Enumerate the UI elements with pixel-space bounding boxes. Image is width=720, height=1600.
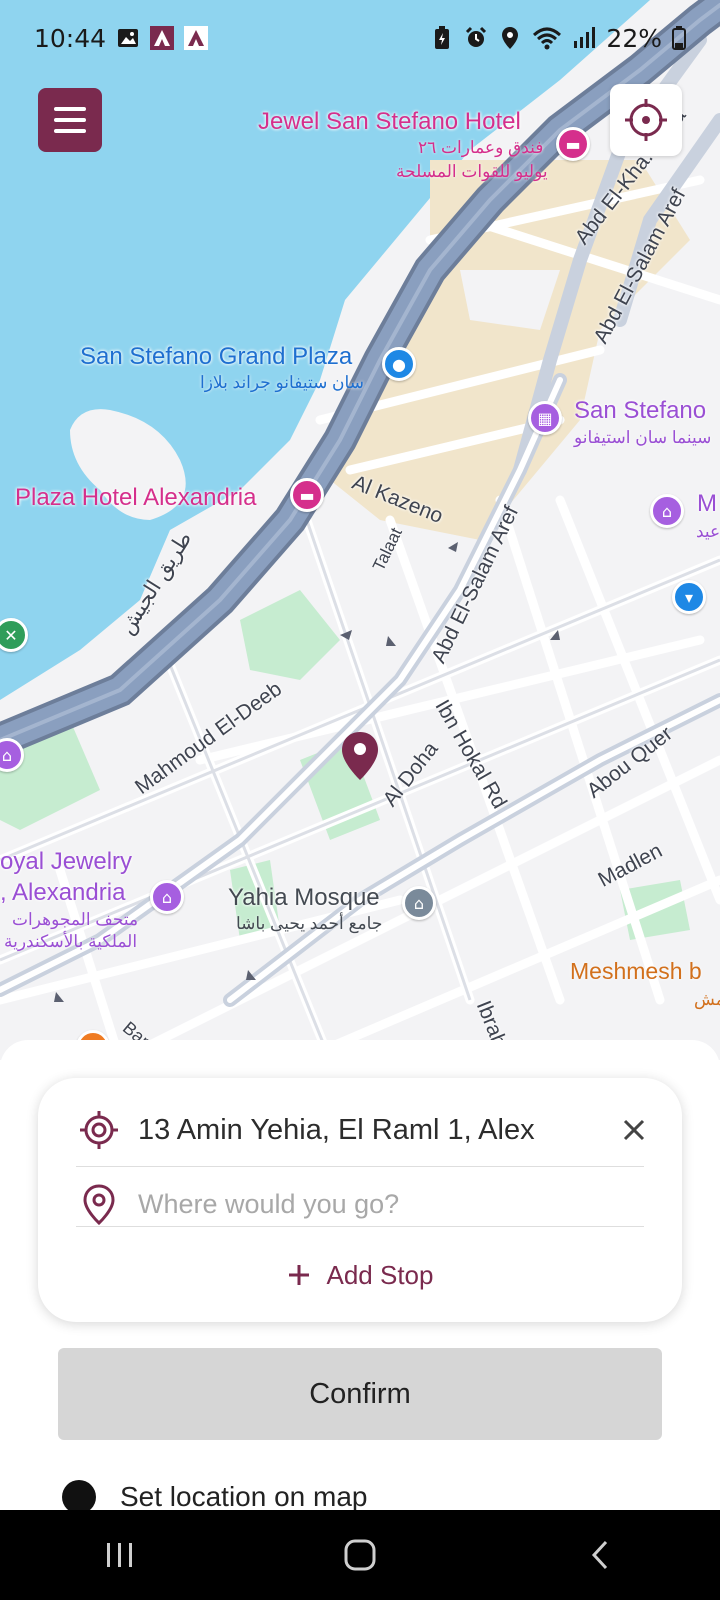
poi-label[interactable]: San Stefano	[574, 397, 706, 425]
cinema-pin-icon[interactable]: ▦	[528, 401, 562, 435]
system-navigation-bar	[0, 1510, 720, 1600]
shopping-pin-icon[interactable]: ●	[382, 347, 416, 381]
divider	[76, 1166, 644, 1167]
recent-apps-button[interactable]	[80, 1525, 160, 1585]
poi-label-arabic: سينما سان استيفانو	[574, 428, 712, 447]
poi-label-arabic: عيد	[696, 522, 720, 541]
mosque-pin-icon[interactable]: ⌂	[402, 886, 436, 920]
set-location-label: Set location on map	[120, 1481, 368, 1512]
poi-label-arabic: فندق وعمارات ٢٦	[418, 138, 544, 157]
my-location-button[interactable]	[610, 84, 682, 156]
museum-pin-icon[interactable]: ⌂	[150, 880, 184, 914]
route-card: 13 Amin Yehia, El Raml 1, Alex Add Stop	[38, 1078, 682, 1322]
wifi-icon	[532, 26, 562, 50]
poi-label-arabic: مش	[694, 990, 720, 1009]
map-view[interactable]: ▬ ● ▦ ▬ ⌂ ▾ ✕ ⌂ ⌂ ⌂ Jewel San Stefano Ho…	[0, 0, 720, 1060]
poi-label-arabic: جامع أحمد يحيى باشا	[236, 914, 383, 933]
status-bar: 10:44 22%	[0, 0, 720, 76]
poi-label-arabic: سان ستيفانو جراند بلازا	[200, 373, 364, 392]
origin-target-icon	[80, 1111, 118, 1149]
menu-button[interactable]	[38, 88, 102, 152]
home-button[interactable]	[320, 1525, 400, 1585]
location-marker-icon[interactable]	[340, 730, 380, 782]
crosshair-icon	[625, 99, 667, 141]
hamburger-icon	[54, 129, 86, 133]
divider	[76, 1226, 644, 1227]
poi-label-arabic: يوليو للقوات المسلحة	[396, 162, 548, 181]
gallery-icon	[116, 26, 140, 50]
signal-icon	[572, 26, 596, 50]
poi-label[interactable]: San Stefano Grand Plaza	[80, 343, 352, 371]
app-notification-icon	[150, 26, 175, 50]
clear-origin-button[interactable]	[612, 1108, 656, 1152]
museum-pin-icon[interactable]: ⌂	[650, 494, 684, 528]
recent-apps-icon	[107, 1543, 132, 1567]
poi-label[interactable]: oyal Jewelry	[0, 848, 132, 876]
home-icon	[344, 1539, 376, 1571]
hotel-pin-icon[interactable]: ▬	[290, 478, 324, 512]
origin-row[interactable]: 13 Amin Yehia, El Raml 1, Alex	[78, 1098, 642, 1162]
battery-saver-icon	[430, 26, 454, 50]
close-icon	[623, 1119, 645, 1141]
poi-label[interactable]: , Alexandria	[0, 879, 125, 907]
set-location-on-map-option[interactable]: Set location on map	[62, 1480, 368, 1514]
hamburger-icon	[54, 107, 86, 111]
battery-percent: 22%	[606, 23, 662, 53]
status-time: 10:44	[34, 23, 107, 53]
poi-label[interactable]: Plaza Hotel Alexandria	[15, 484, 256, 512]
back-button[interactable]	[560, 1525, 640, 1585]
plus-icon	[288, 1265, 309, 1285]
add-stop-button[interactable]: Add Stop	[38, 1250, 682, 1300]
back-icon	[591, 1540, 608, 1570]
poi-label[interactable]: Meshmesh b	[570, 958, 702, 985]
confirm-button[interactable]: Confirm	[58, 1348, 662, 1440]
cart-pin-icon[interactable]: ▾	[672, 580, 706, 614]
poi-label[interactable]: M	[697, 490, 717, 518]
map-dot-icon	[62, 1480, 96, 1514]
hamburger-icon	[54, 118, 86, 122]
destination-pin-icon	[83, 1184, 115, 1225]
battery-icon	[672, 26, 686, 50]
location-icon	[498, 26, 522, 50]
alarm-icon	[464, 26, 488, 50]
poi-label[interactable]: Yahia Mosque	[228, 884, 380, 912]
origin-address[interactable]: 13 Amin Yehia, El Raml 1, Alex	[138, 1114, 538, 1147]
hotel-pin-icon[interactable]: ▬	[556, 127, 590, 161]
destination-input[interactable]	[138, 1188, 608, 1220]
app-notification-icon	[184, 26, 209, 50]
poi-label[interactable]: Jewel San Stefano Hotel	[258, 108, 521, 136]
poi-label-arabic: الملكية بالأسكندرية	[4, 932, 138, 951]
poi-label-arabic: متحف المجوهرات	[12, 910, 139, 929]
add-stop-label: Add Stop	[326, 1259, 434, 1290]
